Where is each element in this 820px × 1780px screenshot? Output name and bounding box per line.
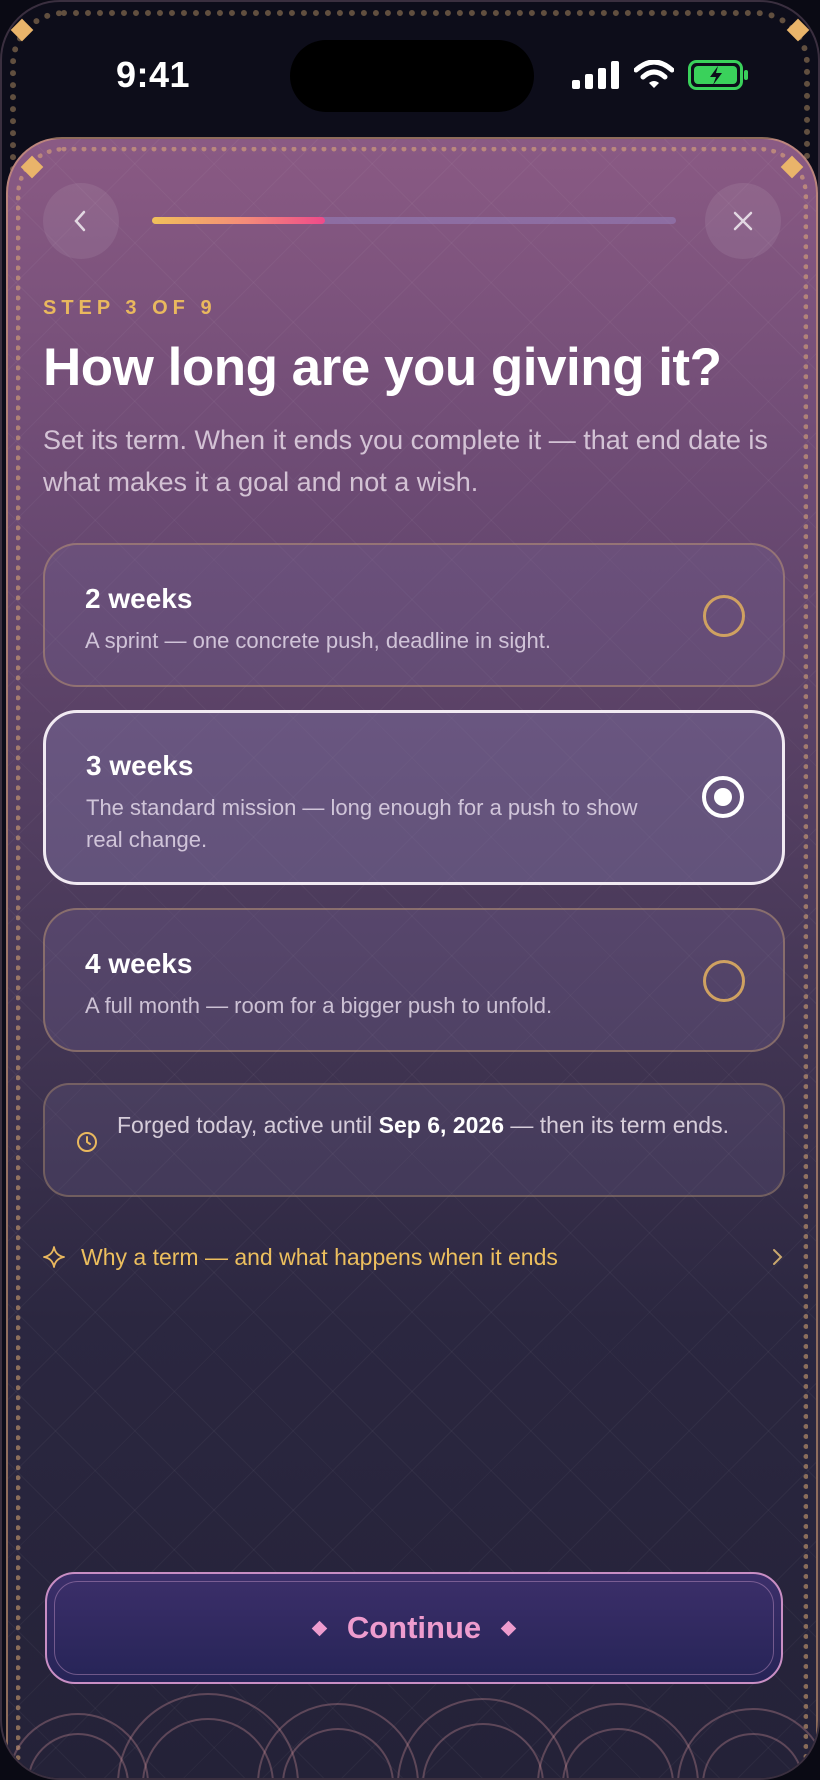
dynamic-island	[290, 40, 534, 112]
term-info-box: Forged today, active until Sep 6, 2026 —…	[43, 1083, 785, 1197]
page-subtitle: Set its term. When it ends you complete …	[43, 425, 768, 497]
back-button[interactable]	[43, 183, 119, 259]
option-description: The standard mission — long enough for a…	[86, 795, 638, 852]
battery-icon	[688, 60, 748, 90]
continue-button[interactable]: Continue	[45, 1572, 783, 1684]
end-date: Sep 6, 2026	[378, 1112, 504, 1138]
step-label: STEP 3 OF 9	[43, 297, 217, 319]
progress-fill	[152, 217, 325, 224]
onboarding-card: STEP 3 OF 9 How long are you giving it? …	[6, 137, 818, 1778]
sparkle-icon	[43, 1246, 65, 1268]
close-button[interactable]	[705, 183, 781, 259]
radio-button[interactable]	[703, 595, 745, 637]
progress-bar	[152, 217, 676, 224]
phone-screen: 9:41 STEP 3 OF 9 How long are you giving…	[0, 0, 820, 1780]
chevron-left-icon	[74, 210, 86, 232]
corner-ornament	[780, 155, 804, 179]
diamond-icon	[311, 1620, 328, 1636]
status-icons	[572, 60, 750, 90]
close-icon	[733, 211, 753, 231]
clock-icon	[77, 1132, 97, 1152]
page-title: How long are you giving it?	[43, 338, 722, 397]
option-description: A full month — room for a bigger push to…	[85, 993, 553, 1018]
radio-button[interactable]	[703, 960, 745, 1002]
option-title: 4 weeks	[85, 948, 193, 979]
option-title: 3 weeks	[86, 750, 194, 781]
signal-icon	[572, 61, 619, 89]
wifi-icon	[634, 60, 674, 88]
continue-label: Continue	[346, 1610, 482, 1645]
chevron-right-icon	[773, 1249, 783, 1265]
corner-ornament	[10, 18, 34, 42]
corner-ornament	[20, 155, 44, 179]
radio-button-selected[interactable]	[702, 776, 744, 818]
diamond-icon	[500, 1620, 517, 1636]
option-title: 2 weeks	[85, 583, 193, 614]
option-2-weeks[interactable]: 2 weeks A sprint — one concrete push, de…	[43, 543, 785, 687]
option-description: A sprint — one concrete push, deadline i…	[85, 628, 551, 653]
status-time: 9:41	[116, 54, 191, 95]
corner-ornament	[786, 18, 810, 42]
option-3-weeks[interactable]: 3 weeks The standard mission — long enou…	[43, 710, 785, 885]
option-4-weeks[interactable]: 4 weeks A full month — room for a bigger…	[43, 908, 785, 1052]
why-term-link[interactable]: Why a term — and what happens when it en…	[43, 1237, 785, 1277]
term-info-text: Forged today, active until Sep 6, 2026 —…	[117, 1112, 729, 1138]
decorative-arcs	[8, 1693, 816, 1778]
why-term-label: Why a term — and what happens when it en…	[81, 1243, 558, 1270]
